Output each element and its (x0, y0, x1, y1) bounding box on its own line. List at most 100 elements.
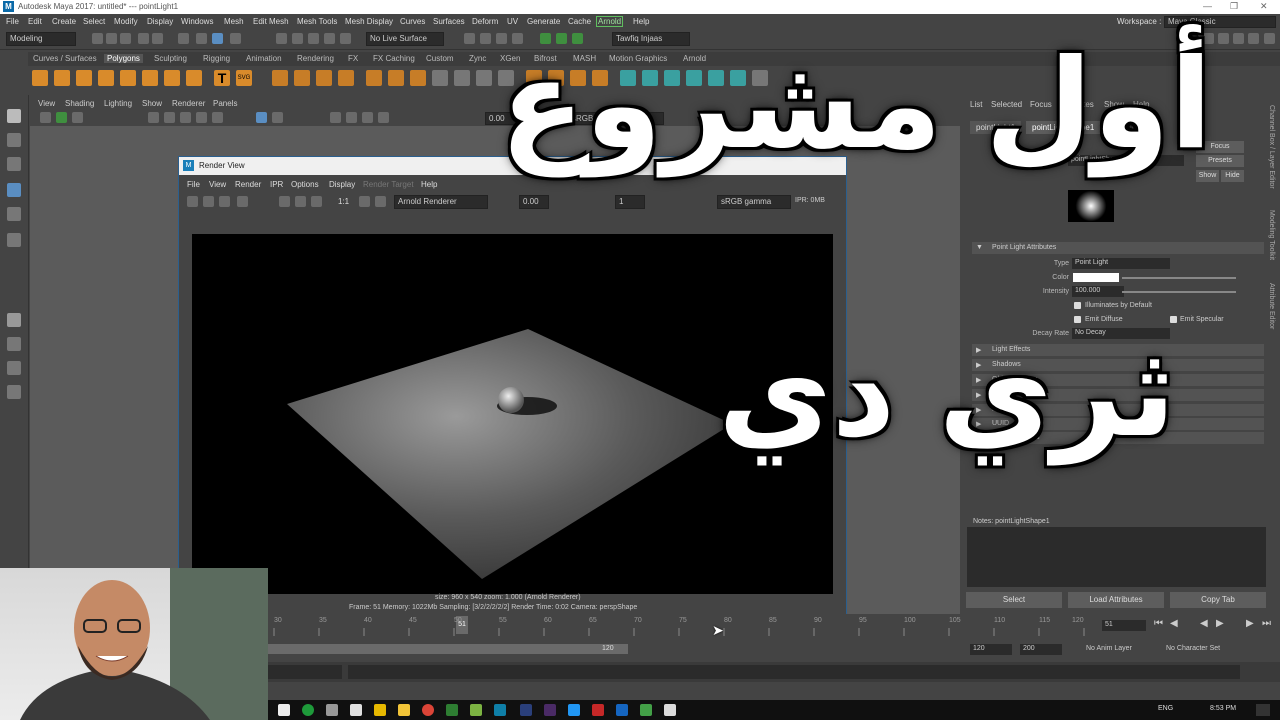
move-tool-icon[interactable] (7, 183, 21, 197)
range-bar[interactable] (268, 644, 628, 654)
paint-select-tool-icon[interactable] (7, 157, 21, 171)
calculator-icon[interactable] (326, 704, 338, 716)
undo-icon[interactable] (138, 33, 149, 44)
extract-icon[interactable] (316, 70, 332, 86)
select-by-component-icon[interactable] (212, 33, 223, 44)
textured-icon[interactable] (196, 112, 207, 123)
rv-save-icon[interactable] (359, 196, 370, 207)
go-to-end-icon[interactable]: ⏭ (1262, 618, 1271, 629)
xbox-icon[interactable] (302, 704, 314, 716)
save-scene-icon[interactable] (120, 33, 131, 44)
snap-view-plane-icon[interactable] (324, 33, 335, 44)
character-set-select[interactable]: No Character Set (1166, 645, 1220, 652)
smooth-icon[interactable] (366, 70, 382, 86)
modeling-toolkit-side-tab[interactable]: Modeling Toolkit (1268, 210, 1275, 260)
bookmark-icon[interactable] (72, 112, 83, 123)
camera-select-icon[interactable] (40, 112, 51, 123)
play-back-icon[interactable]: ◀ (1200, 618, 1208, 629)
svg-icon[interactable]: SVG (236, 70, 252, 86)
menu-display[interactable]: Display (147, 17, 173, 26)
shelf-tab-polygons[interactable]: Polygons (104, 54, 143, 63)
menu-edit-mesh[interactable]: Edit Mesh (253, 17, 289, 26)
target-weld-icon[interactable] (454, 70, 470, 86)
select-by-object-icon[interactable] (196, 33, 207, 44)
excel-icon[interactable] (446, 704, 458, 716)
rv-keep-image-icon[interactable] (279, 196, 290, 207)
viewport-menu-show[interactable]: Show (142, 99, 162, 108)
select-by-hierarchy-icon[interactable] (178, 33, 189, 44)
shelf-tab-rendering[interactable]: Rendering (297, 54, 334, 63)
playback-start-field[interactable]: 120 (970, 644, 1012, 655)
photoshop-icon[interactable] (520, 704, 532, 716)
point-light-attributes-header[interactable]: ▼ Point Light Attributes (972, 242, 1264, 254)
go-to-start-icon[interactable]: ⏮ (1154, 618, 1163, 629)
ipr-render-icon[interactable] (480, 33, 491, 44)
menu-surfaces[interactable]: Surfaces (433, 17, 465, 26)
poly-pyramid-icon[interactable] (186, 70, 202, 86)
app-icon-white[interactable] (664, 704, 676, 716)
poly-cylinder-icon[interactable] (76, 70, 92, 86)
close-icon[interactable]: ✕ (1260, 1, 1268, 12)
rv-exposure-field[interactable]: 0.00 (519, 195, 549, 209)
select-tool-icon[interactable] (7, 109, 21, 123)
windows-start-icon[interactable] (278, 704, 290, 716)
two-pane-layout-icon[interactable] (7, 361, 21, 375)
intensity-slider[interactable] (1122, 291, 1236, 293)
notifications-icon[interactable] (1256, 704, 1270, 716)
shelf-tab-fx-caching[interactable]: FX Caching (373, 54, 415, 63)
word-icon[interactable] (616, 704, 628, 716)
channel-box-side-tab[interactable]: Channel Box / Layer Editor (1268, 105, 1275, 189)
poly-torus-icon[interactable] (142, 70, 158, 86)
rv-ipr-icon[interactable] (203, 196, 214, 207)
light-type-select[interactable]: Point Light (1072, 258, 1170, 269)
snap-curve-icon[interactable] (292, 33, 303, 44)
menu-mesh-display[interactable]: Mesh Display (345, 17, 393, 26)
shelf-tab-zync[interactable]: Zync (469, 54, 486, 63)
mel-input[interactable] (268, 665, 342, 679)
grid-toggle-icon[interactable] (148, 112, 159, 123)
open-scene-icon[interactable] (106, 33, 117, 44)
poly-cube-icon[interactable] (54, 70, 70, 86)
snap-surface-icon[interactable] (340, 33, 351, 44)
rotate-tool-icon[interactable] (7, 207, 21, 221)
viewport-menu-shading[interactable]: Shading (65, 99, 94, 108)
play-forward-icon[interactable]: ▶ (1216, 618, 1224, 629)
smooth-shade-icon[interactable] (180, 112, 191, 123)
camera-attributes-icon[interactable] (56, 112, 67, 123)
ae-hide-button[interactable]: Hide (1221, 170, 1244, 182)
menu-mesh-tools[interactable]: Mesh Tools (297, 17, 337, 26)
rv-snapshot-icon[interactable] (219, 196, 230, 207)
rv-rgb-icon[interactable] (295, 196, 306, 207)
workspace-select[interactable]: Maya Classic (1164, 16, 1276, 28)
attribute-editor-side-tab[interactable]: Attribute Editor (1268, 283, 1275, 329)
depth-of-field-icon[interactable] (378, 112, 389, 123)
new-scene-icon[interactable] (92, 33, 103, 44)
maximize-icon[interactable]: ❐ (1230, 1, 1238, 12)
anim-layer-select[interactable]: No Anim Layer (1086, 645, 1132, 652)
app-icon-green[interactable] (470, 704, 482, 716)
chrome-icon[interactable] (422, 704, 434, 716)
shelf-tab-sculpting[interactable]: Sculpting (154, 54, 187, 63)
light-color-swatch[interactable] (1073, 273, 1119, 282)
mode-select[interactable]: Modeling (6, 32, 76, 46)
menu-cache[interactable]: Cache (568, 17, 591, 26)
rv-menu-file[interactable]: File (187, 180, 200, 189)
rv-renderer-select[interactable]: Arnold Renderer (394, 195, 488, 209)
menu-modify[interactable]: Modify (114, 17, 138, 26)
intensity-field[interactable]: 100.000 (1072, 286, 1124, 297)
layout-icon-3[interactable] (1233, 33, 1244, 44)
menu-mesh[interactable]: Mesh (224, 17, 244, 26)
anti-aliasing-icon[interactable] (362, 112, 373, 123)
menu-curves[interactable]: Curves (400, 17, 425, 26)
redo-icon[interactable] (152, 33, 163, 44)
step-forward-key-icon[interactable]: ▶ (1246, 618, 1254, 629)
live-surface-field[interactable]: No Live Surface (366, 32, 444, 46)
lock-selection-icon[interactable] (230, 33, 241, 44)
poly-plane-icon[interactable] (120, 70, 136, 86)
wireframe-icon[interactable] (164, 112, 175, 123)
four-view-layout-icon[interactable] (7, 337, 21, 351)
minimize-icon[interactable]: — (1203, 1, 1212, 11)
menu-generate[interactable]: Generate (527, 17, 560, 26)
shelf-tab-fx[interactable]: FX (348, 54, 358, 63)
isolate-select-icon[interactable] (256, 112, 267, 123)
